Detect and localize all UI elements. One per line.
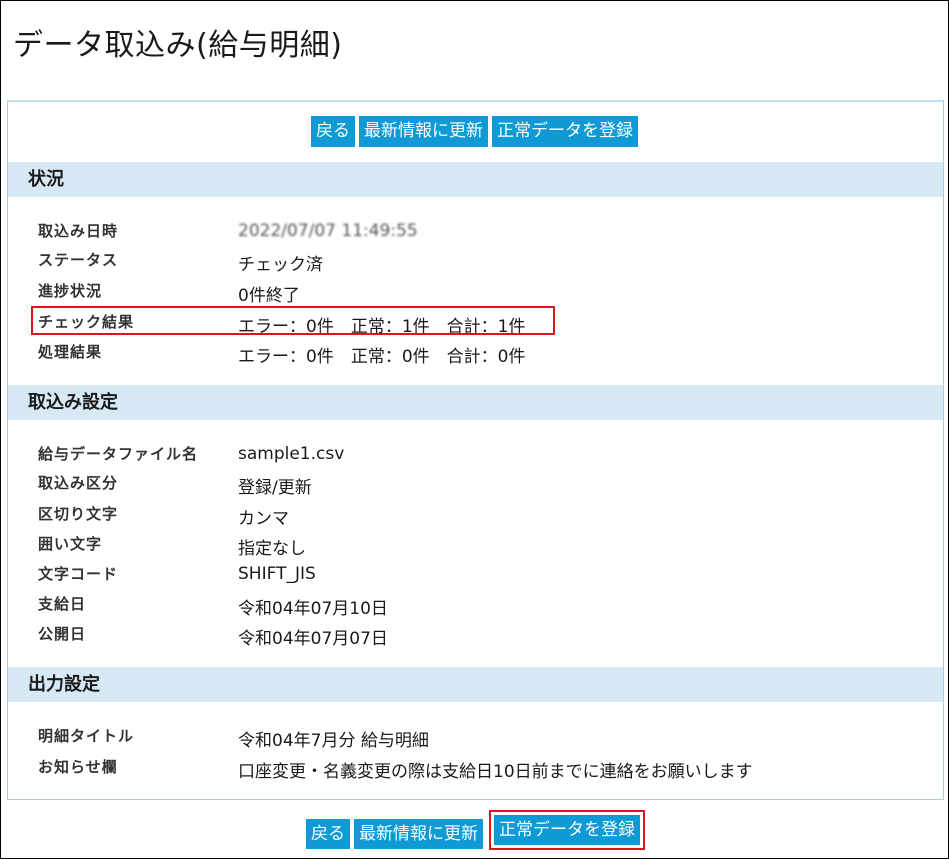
row-label: 進捗状況: [38, 282, 103, 300]
output-row-notice: お知らせ欄 口座変更・名義変更の際は支給日10日前までに連絡をお願いします: [0, 756, 949, 782]
import-row-filename: 給与データファイル名 sample1.csv: [0, 443, 949, 469]
row-label: 文字コード: [38, 565, 119, 583]
row-label: 取込み区分: [38, 474, 119, 492]
refresh-button[interactable]: 最新情報に更新: [354, 819, 483, 849]
import-row-encoding: 文字コード SHIFT_JIS: [0, 563, 949, 589]
row-value: SHIFT_JIS: [238, 564, 316, 584]
row-value: チェック済: [238, 255, 323, 275]
import-row-delimiter: 区切り文字 カンマ: [0, 503, 949, 529]
check-result-highlight: [31, 306, 555, 335]
row-label: 区切り文字: [38, 505, 119, 523]
status-row-progress: 進捗状況 0件終了: [0, 280, 949, 306]
row-value: 0件終了: [238, 286, 300, 306]
status-row-import-datetime: 取込み日時 2022/07/07 11:49:55: [0, 220, 949, 246]
row-label: 公開日: [38, 625, 87, 643]
row-value: sample1.csv: [238, 444, 345, 464]
row-label: お知らせ欄: [38, 758, 118, 776]
refresh-button[interactable]: 最新情報に更新: [359, 116, 488, 147]
row-value: 2022/07/07 11:49:55: [238, 221, 418, 241]
row-label: 処理結果: [38, 343, 103, 361]
section-heading-output-settings: 出力設定: [8, 667, 943, 702]
row-label: 取込み日時: [38, 222, 119, 240]
row-label: 囲い文字: [38, 535, 103, 553]
back-button[interactable]: 戻る: [311, 116, 355, 147]
row-label: 明細タイトル: [38, 727, 135, 745]
import-row-payment-date: 支給日 令和04年07月10日: [0, 593, 949, 619]
import-row-publish-date: 公開日 令和04年07月07日: [0, 623, 949, 649]
row-value: エラー：0件 正常：0件 合計：0件: [238, 347, 526, 367]
section-heading-status: 状況: [8, 162, 943, 197]
output-row-statement-title: 明細タイトル 令和04年7月分 給与明細: [0, 725, 949, 751]
row-label: ステータス: [38, 251, 119, 269]
row-value: 令和04年07月07日: [238, 629, 388, 649]
top-button-bar: 戻る 最新情報に更新 正常データを登録: [0, 116, 949, 147]
row-value: 口座変更・名義変更の際は支給日10日前までに連絡をお願いします: [238, 762, 753, 782]
page-title: データ取込み(給与明細): [13, 28, 343, 63]
row-value: 登録/更新: [238, 478, 312, 498]
row-value: カンマ: [238, 509, 289, 529]
register-valid-data-button[interactable]: 正常データを登録: [492, 116, 638, 147]
status-row-status: ステータス チェック済: [0, 249, 949, 275]
row-value: 令和04年7月分 給与明細: [238, 731, 429, 751]
back-button[interactable]: 戻る: [306, 819, 350, 849]
import-row-import-type: 取込み区分 登録/更新: [0, 472, 949, 498]
bottom-button-bar: 戻る 最新情報に更新 正常データを登録: [0, 810, 949, 850]
row-value: 指定なし: [238, 539, 306, 559]
import-row-quote-char: 囲い文字 指定なし: [0, 533, 949, 559]
status-row-process-result: 処理結果 エラー：0件 正常：0件 合計：0件: [0, 341, 949, 367]
row-label: 給与データファイル名: [38, 445, 199, 463]
register-valid-data-button[interactable]: 正常データを登録: [494, 815, 640, 845]
row-value: 令和04年07月10日: [238, 599, 388, 619]
register-button-highlight: 正常データを登録: [489, 810, 645, 850]
row-label: 支給日: [38, 595, 87, 613]
section-heading-import-settings: 取込み設定: [8, 385, 943, 420]
